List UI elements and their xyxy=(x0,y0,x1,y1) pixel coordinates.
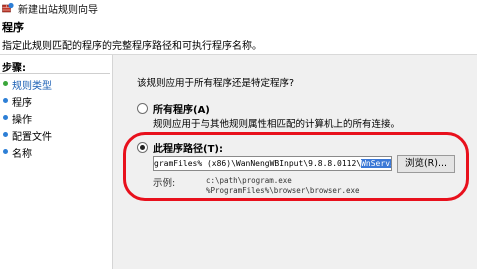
step-label: 操作 xyxy=(12,115,32,126)
step-bullet-icon xyxy=(3,115,8,120)
step-action: 操作 xyxy=(0,111,110,126)
all-programs-radio[interactable] xyxy=(137,103,148,114)
program-path-selected-text: WnService.exe xyxy=(361,159,391,168)
all-programs-label[interactable]: 所有程序(A) xyxy=(153,101,210,116)
all-programs-description: 规则应用于与其他规则属性相匹配的计算机上的所有连接。 xyxy=(153,119,401,130)
step-label: 程序 xyxy=(12,98,32,109)
step-label: 名称 xyxy=(12,149,32,160)
page-title: 程序 xyxy=(2,21,24,34)
step-profile: 配置文件 xyxy=(0,128,110,143)
browse-button[interactable]: 浏览(R)... xyxy=(397,155,455,173)
firewall-wizard-icon xyxy=(2,2,14,13)
step-label: 配置文件 xyxy=(12,132,52,143)
page-description: 指定此规则匹配的程序的完整程序路径和可执行程序名称。 xyxy=(2,41,262,52)
steps-title: 步骤: xyxy=(2,63,26,74)
example-line: c:\path\program.exe xyxy=(206,176,292,185)
step-name: 名称 xyxy=(0,145,110,160)
wizard-content-panel: 该规则应用于所有程序还是特定程序? 所有程序(A) 规则应用于与其他规则属性相匹… xyxy=(112,55,477,269)
program-path-text: gramFiles% (x86)\WanNengWBInput\9.8.8.01… xyxy=(154,159,362,168)
steps-sidebar: 步骤: 规则类型 程序 操作 配置文件 名称 xyxy=(0,55,110,269)
example-line: %ProgramFiles%\browser\browser.exe xyxy=(206,186,360,195)
step-bullet-icon xyxy=(3,132,8,137)
title-bar: 新建出站规则向导 xyxy=(0,0,477,16)
step-bullet-icon xyxy=(3,149,8,154)
this-program-label[interactable]: 此程序路径(T): xyxy=(153,140,223,155)
step-program: 程序 xyxy=(0,94,110,109)
step-label: 规则类型 xyxy=(12,81,52,92)
scope-question: 该规则应用于所有程序还是特定程序? xyxy=(137,78,295,89)
steps-divider xyxy=(0,73,110,74)
example-label: 示例: xyxy=(153,178,176,189)
window-title: 新建出站规则向导 xyxy=(18,5,98,16)
step-rule-type[interactable]: 规则类型 xyxy=(0,77,110,92)
program-path-input[interactable]: gramFiles% (x86)\WanNengWBInput\9.8.8.01… xyxy=(153,156,392,171)
step-done-bullet-icon xyxy=(3,81,8,86)
this-program-radio[interactable] xyxy=(137,142,148,153)
step-bullet-icon xyxy=(3,98,8,103)
